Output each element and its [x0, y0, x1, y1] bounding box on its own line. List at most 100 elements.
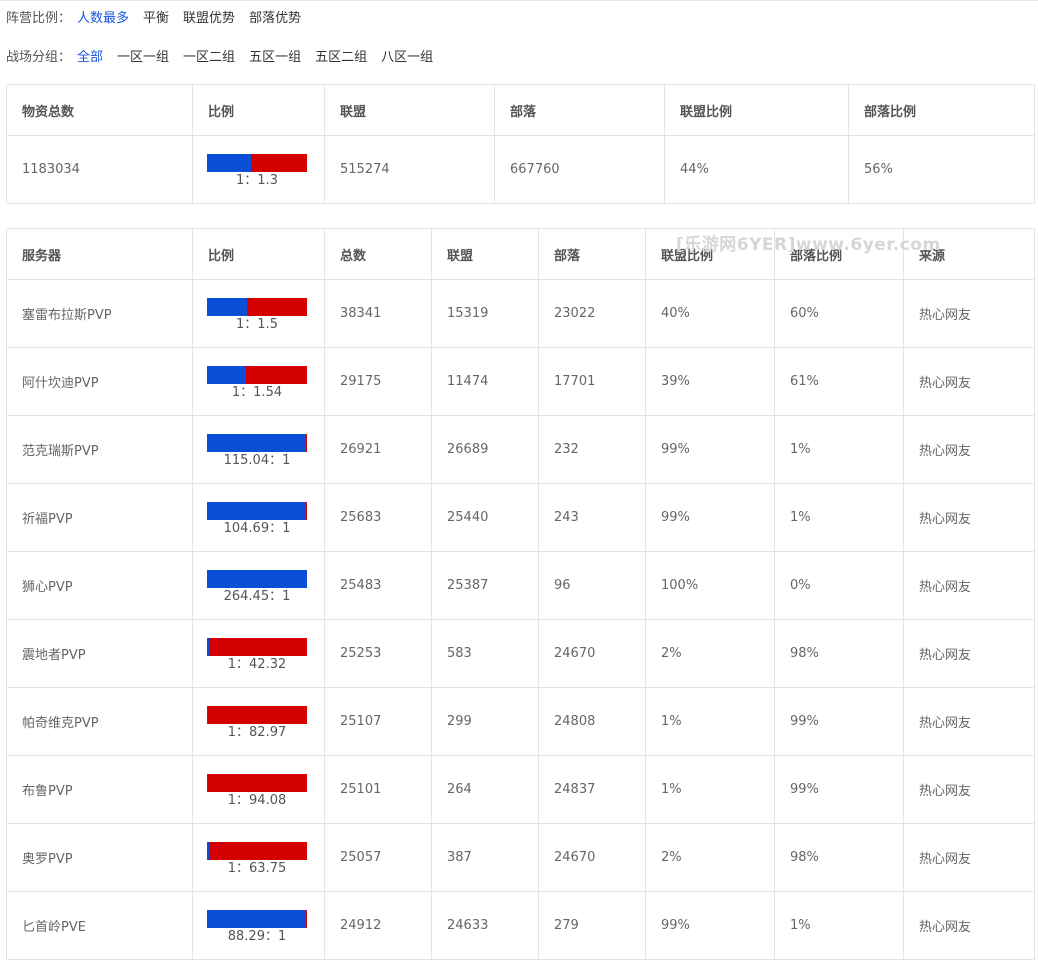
camp-ratio-label: 阵营比例：	[6, 10, 72, 26]
ratio-option-horde-advantage[interactable]: 部落优势	[249, 7, 301, 26]
header-horde: 部落	[494, 84, 665, 136]
server-horde: 24808	[538, 687, 646, 756]
server-horde-pct: 98%	[774, 619, 904, 688]
horde-bar-segment	[208, 773, 307, 792]
server-total: 25101	[324, 755, 432, 824]
server-horde: 96	[538, 551, 646, 620]
table-row: 布鲁PVP 1：94.08 25101 264 24837 1% 99% 热心网…	[6, 755, 1035, 824]
server-alliance-pct: 40%	[645, 279, 775, 348]
table-row: 匕首岭PVE 88.29：1 24912 24633 279 99% 1% 热心…	[6, 891, 1035, 960]
server-source: 热心网友	[903, 755, 1035, 824]
group-option-zone5-group1[interactable]: 五区一组	[249, 46, 301, 65]
server-total: 25253	[324, 619, 432, 688]
server-horde: 24670	[538, 823, 646, 892]
ratio-text: 1：1.54	[231, 384, 283, 400]
group-option-zone8-group1[interactable]: 八区一组	[381, 46, 433, 65]
server-source: 热心网友	[903, 619, 1035, 688]
group-option-zone1-group2[interactable]: 一区二组	[183, 46, 235, 65]
ratio-option-balanced[interactable]: 平衡	[143, 7, 169, 26]
summary-total: 1183034	[6, 135, 193, 204]
server-source: 热心网友	[903, 823, 1035, 892]
top-divider	[0, 0, 1038, 2]
horde-bar-segment	[246, 365, 307, 384]
ratio-text: 1：1.5	[236, 316, 278, 332]
server-alliance-pct: 39%	[645, 347, 775, 416]
ratio-text: 1：94.08	[227, 792, 287, 808]
server-alliance: 26689	[431, 415, 539, 484]
group-option-zone1-group1[interactable]: 一区一组	[117, 46, 169, 65]
ratio-option-alliance-advantage[interactable]: 联盟优势	[183, 7, 235, 26]
horde-bar-segment	[306, 909, 307, 928]
group-option-zone5-group2[interactable]: 五区二组	[315, 46, 367, 65]
server-source: 热心网友	[903, 483, 1035, 552]
server-horde-pct: 0%	[774, 551, 904, 620]
ratio-bar	[207, 841, 307, 860]
summary-alliance-pct: 44%	[664, 135, 849, 204]
server-alliance: 15319	[431, 279, 539, 348]
server-horde: 24670	[538, 619, 646, 688]
server-alliance-pct: 99%	[645, 415, 775, 484]
group-option-all[interactable]: 全部	[77, 46, 103, 65]
table-row: 祈福PVP 104.69：1 25683 25440 243 99% 1% 热心…	[6, 483, 1035, 552]
server-horde: 17701	[538, 347, 646, 416]
horde-bar-segment	[306, 501, 307, 520]
header-total-supplies: 物资总数	[6, 84, 193, 136]
table-row: 震地者PVP 1：42.32 25253 583 24670 2% 98% 热心…	[6, 619, 1035, 688]
header-alliance: 联盟	[431, 228, 539, 280]
server-horde-pct: 1%	[774, 891, 904, 960]
table-row: 奥罗PVP 1：63.75 25057 387 24670 2% 98% 热心网…	[6, 823, 1035, 892]
ratio-cell: 88.29：1	[192, 891, 325, 960]
summary-ratio-cell: 1：1.3	[192, 135, 325, 204]
server-source: 热心网友	[903, 279, 1035, 348]
server-horde-pct: 60%	[774, 279, 904, 348]
ratio-bar	[207, 909, 307, 928]
server-horde: 23022	[538, 279, 646, 348]
server-alliance-pct: 100%	[645, 551, 775, 620]
header-horde-pct: 部落比例	[848, 84, 1035, 136]
server-alliance: 25440	[431, 483, 539, 552]
table-row: 范克瑞斯PVP 115.04：1 26921 26689 232 99% 1% …	[6, 415, 1035, 484]
ratio-option-most-players[interactable]: 人数最多	[77, 7, 129, 26]
server-alliance: 387	[431, 823, 539, 892]
server-alliance-pct: 1%	[645, 687, 775, 756]
server-horde: 232	[538, 415, 646, 484]
ratio-bar	[207, 153, 307, 172]
server-source: 热心网友	[903, 415, 1035, 484]
horde-bar-segment	[251, 153, 307, 172]
header-alliance: 联盟	[324, 84, 495, 136]
server-source: 热心网友	[903, 891, 1035, 960]
server-total: 25057	[324, 823, 432, 892]
table-row: 帕奇维克PVP 1：82.97 25107 299 24808 1% 99% 热…	[6, 687, 1035, 756]
server-name: 帕奇维克PVP	[6, 687, 193, 756]
server-name: 震地者PVP	[6, 619, 193, 688]
alliance-bar-segment	[207, 569, 307, 588]
ratio-text: 115.04：1	[223, 452, 291, 468]
battleground-group-label: 战场分组：	[6, 49, 72, 65]
ratio-bar	[207, 297, 307, 316]
server-source: 热心网友	[903, 347, 1035, 416]
summary-horde: 667760	[494, 135, 665, 204]
server-name: 狮心PVP	[6, 551, 193, 620]
server-alliance-pct: 99%	[645, 891, 775, 960]
server-name: 祈福PVP	[6, 483, 193, 552]
server-total: 25107	[324, 687, 432, 756]
server-horde-pct: 99%	[774, 755, 904, 824]
server-name: 阿什坎迪PVP	[6, 347, 193, 416]
server-total: 29175	[324, 347, 432, 416]
ratio-text: 264.45：1	[223, 588, 291, 604]
alliance-bar-segment	[207, 501, 306, 520]
server-alliance: 25387	[431, 551, 539, 620]
ratio-text: 88.29：1	[227, 928, 287, 944]
ratio-bar	[207, 637, 307, 656]
horde-bar-segment	[208, 705, 307, 724]
server-alliance-pct: 99%	[645, 483, 775, 552]
summary-row: 1183034 1：1.3 515274 667760 44% 56%	[6, 135, 1035, 204]
server-horde: 279	[538, 891, 646, 960]
server-total: 24912	[324, 891, 432, 960]
server-name: 范克瑞斯PVP	[6, 415, 193, 484]
ratio-cell: 1：82.97	[192, 687, 325, 756]
server-horde-pct: 1%	[774, 415, 904, 484]
server-horde-pct: 1%	[774, 483, 904, 552]
ratio-cell: 1：63.75	[192, 823, 325, 892]
ratio-bar	[207, 501, 307, 520]
